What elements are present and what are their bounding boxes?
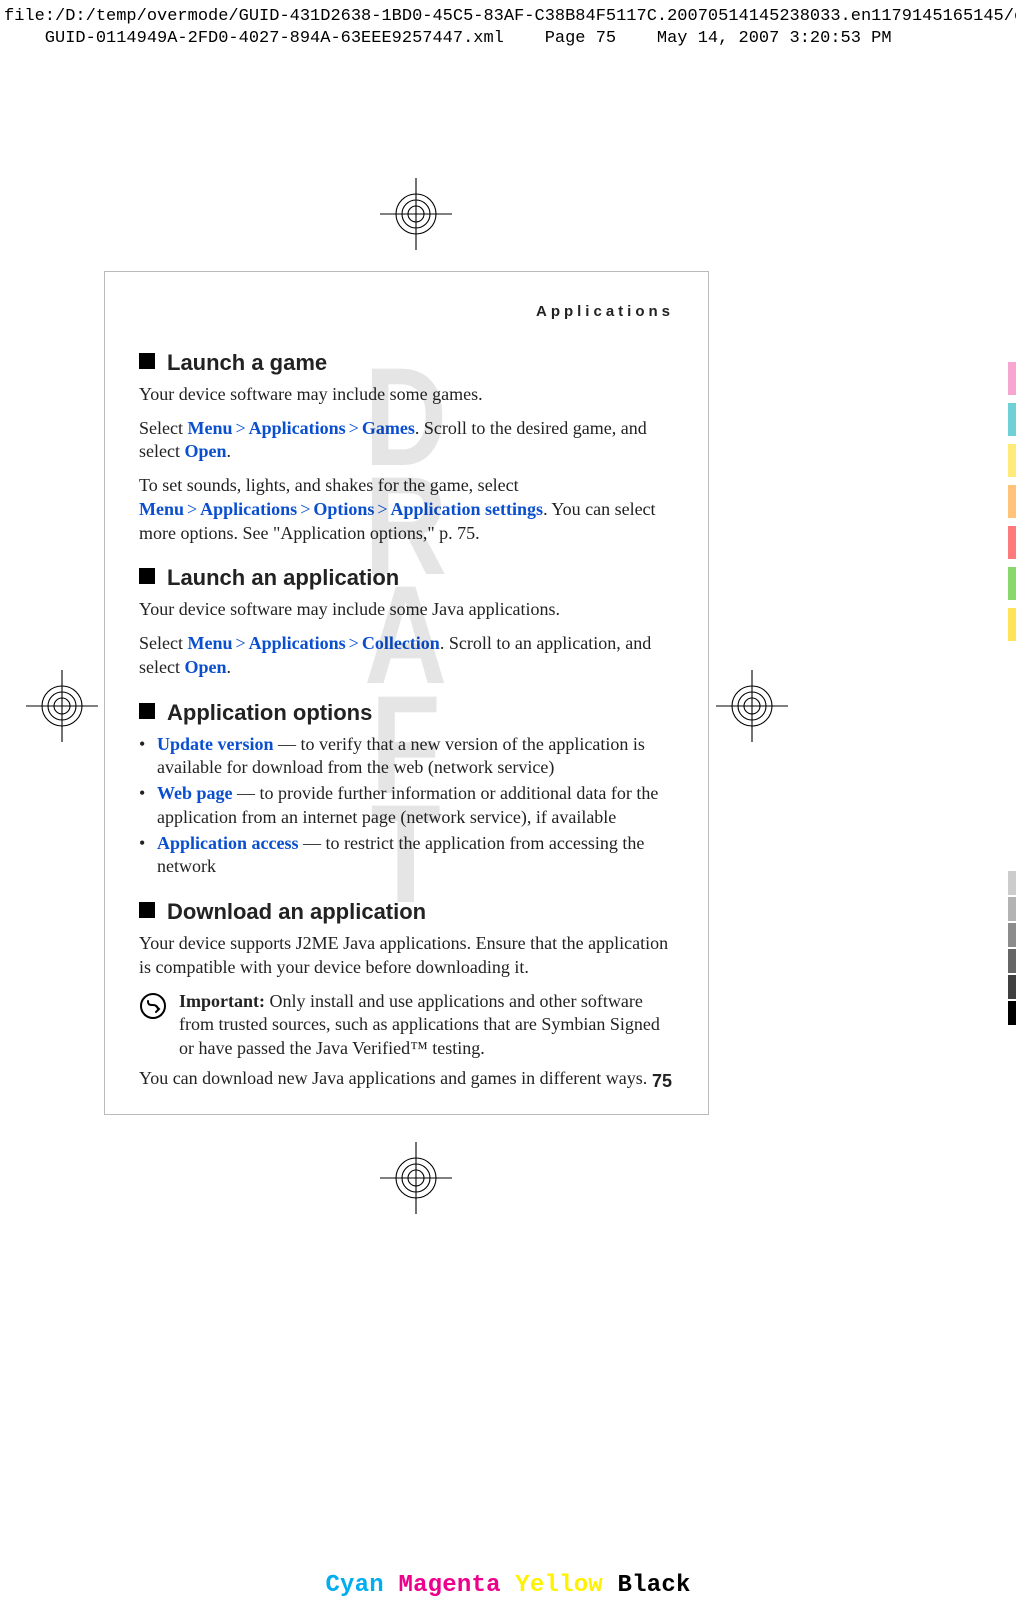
heading-square-icon (139, 353, 155, 369)
section-heading-download-app: Download an application (139, 897, 674, 926)
registration-mark-bottom-icon (380, 1142, 452, 1214)
gray-swatch (1008, 975, 1016, 999)
nav-applications: Applications (249, 418, 346, 438)
launch-game-path: Select Menu>Applications>Games. Scroll t… (139, 417, 674, 465)
chapter-title: Applications (139, 302, 674, 322)
page-number: 75 (652, 1070, 672, 1094)
section-heading-launch-app: Launch an application (139, 563, 674, 592)
color-swatch (1008, 608, 1016, 641)
heading-square-icon (139, 902, 155, 918)
cyan-label: Cyan (325, 1572, 383, 1599)
section-heading-app-options: Application options (139, 698, 674, 727)
breadcrumb-separator-icon: > (184, 499, 200, 519)
breadcrumb-separator-icon: > (374, 499, 390, 519)
list-item: Application access — to restrict the app… (157, 832, 674, 880)
color-swatches-bottom (1008, 871, 1016, 1025)
list-item: Web page — to provide further informatio… (157, 782, 674, 830)
nav-menu: Menu (187, 418, 232, 438)
nav-open: Open (184, 441, 226, 461)
gray-swatch (1008, 871, 1016, 895)
important-icon (139, 992, 167, 1061)
cmyk-footer: Cyan Magenta Yellow Black (0, 1572, 1016, 1599)
application-options-list: Update version — to verify that a new ve… (139, 733, 674, 880)
important-text: Important: Only install and use applicat… (179, 990, 674, 1061)
launch-game-p3: To set sounds, lights, and shakes for th… (139, 474, 674, 545)
heading-square-icon (139, 703, 155, 719)
launch-app-p1: Your device software may include some Ja… (139, 598, 674, 622)
launch-game-p1: Your device software may include some ga… (139, 383, 674, 407)
color-swatch (1008, 403, 1016, 436)
registration-mark-left-icon (26, 670, 98, 742)
yellow-label: Yellow (515, 1572, 603, 1599)
black-label: Black (618, 1572, 691, 1599)
breadcrumb-separator-icon: > (232, 418, 248, 438)
file-path-line2: GUID-0114949A-2FD0-4027-894A-63EEE925744… (4, 29, 892, 48)
important-block: Important: Only install and use applicat… (139, 990, 674, 1061)
page-frame: D R A F T Applications Launch a game You… (104, 271, 709, 1115)
magenta-label: Magenta (398, 1572, 500, 1599)
heading-square-icon (139, 568, 155, 584)
breadcrumb-separator-icon: > (232, 633, 248, 653)
gray-swatch (1008, 1001, 1016, 1025)
nav-games: Games (362, 418, 415, 438)
download-p2: You can download new Java applications a… (139, 1067, 674, 1091)
launch-app-path: Select Menu>Applications>Collection. Scr… (139, 632, 674, 680)
list-item: Update version — to verify that a new ve… (157, 733, 674, 781)
color-swatch (1008, 526, 1016, 559)
breadcrumb-separator-icon: > (346, 633, 362, 653)
registration-mark-top-icon (380, 178, 452, 250)
file-path-header: file:/D:/temp/overmode/GUID-431D2638-1BD… (4, 6, 1016, 50)
registration-mark-right-icon (716, 670, 788, 742)
breadcrumb-separator-icon: > (346, 418, 362, 438)
section-heading-launch-game: Launch a game (139, 348, 674, 377)
gray-swatch (1008, 923, 1016, 947)
file-path-line1: file:/D:/temp/overmode/GUID-431D2638-1BD… (4, 7, 1016, 26)
color-swatches-top (1008, 362, 1016, 641)
color-swatch (1008, 485, 1016, 518)
gray-swatch (1008, 949, 1016, 973)
color-swatch (1008, 362, 1016, 395)
gray-swatch (1008, 897, 1016, 921)
color-swatch (1008, 444, 1016, 477)
color-swatch (1008, 567, 1016, 600)
breadcrumb-separator-icon: > (297, 499, 313, 519)
color-calibration-strip (1008, 362, 1016, 1027)
download-p1: Your device supports J2ME Java applicati… (139, 932, 674, 980)
